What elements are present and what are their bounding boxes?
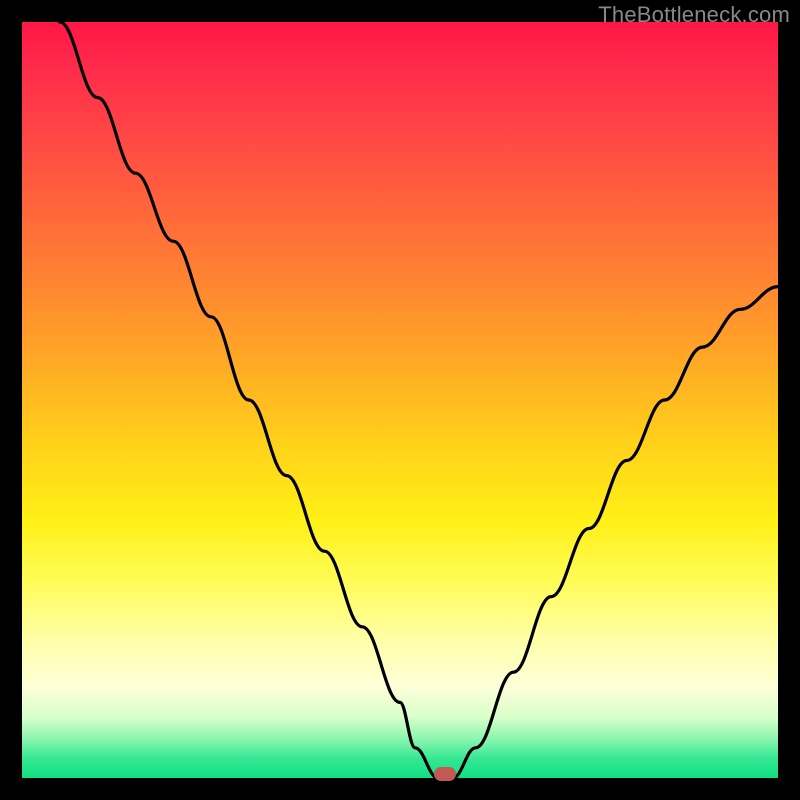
optimum-marker	[434, 767, 456, 781]
plot-area	[22, 22, 778, 778]
chart-frame: TheBottleneck.com	[0, 0, 800, 800]
bottleneck-curve	[22, 22, 778, 778]
